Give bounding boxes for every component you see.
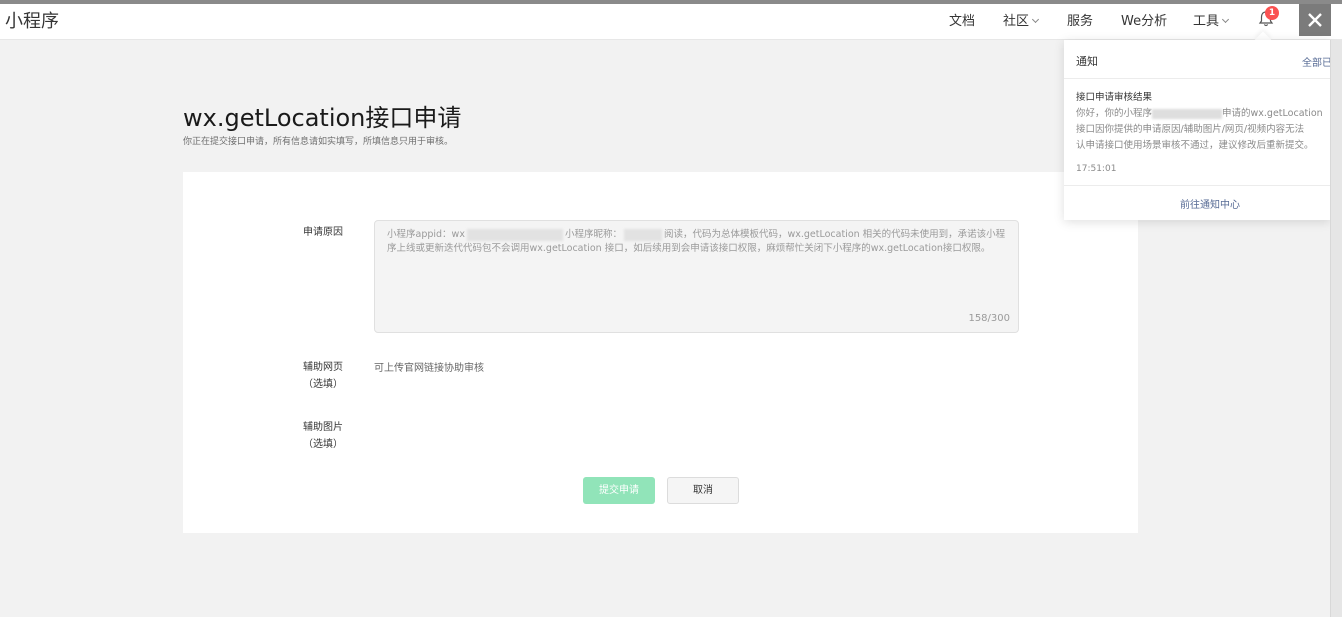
notification-line-1-end: 申请的wx.getLocation: [1222, 108, 1323, 119]
redacted-app-name: [1152, 108, 1223, 119]
reason-label: 申请原因: [303, 227, 343, 238]
reason-nickname-prefix: 小程序昵称：: [564, 229, 622, 240]
webpage-label-title: 辅助网页: [303, 362, 343, 373]
chevron-down-icon: [1031, 15, 1040, 24]
redacted-appid: [466, 228, 563, 241]
divider: [1064, 185, 1330, 186]
reason-appid-prefix: 小程序appid：wx: [387, 229, 465, 240]
image-label-optional: （选填）: [303, 439, 343, 450]
image-label: 辅助图片 （选填）: [293, 419, 353, 453]
notification-center-link[interactable]: 前往通知中心: [1064, 196, 1330, 211]
notification-item-text: 你好，你的小程序 申请的wx.getLocation 接口因你提供的申请原因/辅助…: [1076, 106, 1330, 154]
nav-docs[interactable]: 文档: [949, 10, 975, 29]
notification-line-1: 你好，你的小程序 申请的wx.getLocation: [1076, 106, 1330, 122]
close-button[interactable]: [1299, 4, 1331, 36]
notification-count-badge: 1: [1265, 6, 1279, 20]
redacted-nickname: [623, 228, 662, 241]
nav-community[interactable]: 社区: [1003, 10, 1040, 29]
nav-community-label: 社区: [1003, 14, 1030, 29]
mark-all-read-link[interactable]: 全部已读: [1302, 54, 1330, 69]
character-counter: 158/300: [968, 313, 1010, 324]
webpage-hint[interactable]: 可上传官网链接协助审核: [374, 359, 484, 374]
notification-line-1-start: 你好，你的小程序: [1076, 108, 1153, 119]
page-subtitle: 你正在提交接口申请，所有信息请如实填写，所填信息只用于审核。: [183, 137, 454, 147]
notification-item-title[interactable]: 接口申请审核结果: [1076, 89, 1152, 103]
notification-timestamp: 17:51:01: [1076, 164, 1117, 174]
notification-dropdown: 通知 全部已读 接口申请审核结果 你好，你的小程序 申请的wx.getLocati…: [1064, 40, 1330, 220]
nav-tools-label: 工具: [1193, 14, 1220, 29]
webpage-label: 辅助网页 （选填）: [293, 359, 353, 393]
close-icon: [1308, 13, 1322, 27]
nav-we-analytics[interactable]: We分析: [1121, 10, 1167, 29]
webpage-label-optional: （选填）: [303, 379, 343, 390]
top-navbar: 小程序 文档 社区 服务 We分析 工具 1: [0, 4, 1342, 40]
notification-line-3: 认申请接口使用场景审核不通过，建议修改后重新提交。: [1076, 140, 1314, 151]
scrollbar[interactable]: [1330, 40, 1342, 617]
brand-logo[interactable]: 小程序: [5, 7, 59, 33]
page-title: wx.getLocation接口申请: [183, 104, 462, 132]
divider: [1064, 78, 1330, 79]
notification-title: 通知: [1076, 55, 1098, 68]
cancel-button[interactable]: 取消: [667, 477, 739, 504]
nav-tools[interactable]: 工具: [1193, 10, 1230, 29]
notification-line-2: 接口因你提供的申请原因/辅助图片/网页/视频内容无法: [1076, 124, 1305, 135]
chevron-down-icon: [1221, 15, 1230, 24]
image-label-title: 辅助图片: [303, 422, 343, 433]
reason-textarea[interactable]: 小程序appid：wx 小程序昵称： 阅读，代码为总体模板代码，wx.getLoca…: [374, 220, 1019, 333]
nav-services[interactable]: 服务: [1067, 10, 1093, 29]
reason-text: 小程序appid：wx 小程序昵称： 阅读，代码为总体模板代码，wx.getLoca…: [387, 228, 1009, 256]
submit-button[interactable]: 提交申请: [583, 477, 655, 504]
